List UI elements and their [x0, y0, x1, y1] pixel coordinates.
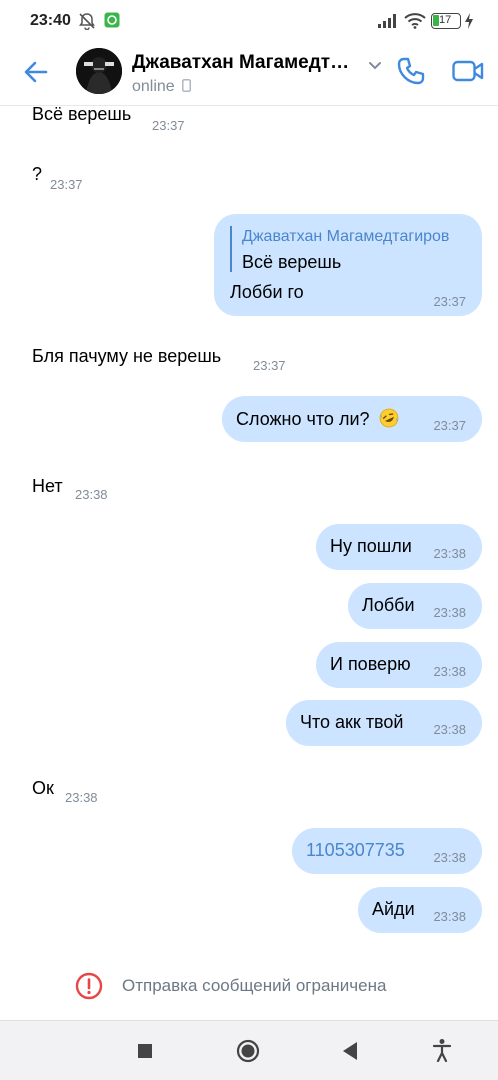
contact-name[interactable]: Джаватхан Магамедт…	[132, 52, 349, 74]
message-time: 23:38	[75, 487, 108, 502]
back-triangle-icon[interactable]	[341, 1041, 359, 1061]
battery-icon: 17	[431, 13, 461, 29]
message-text: Лобби го	[230, 282, 304, 302]
recents-square-icon[interactable]	[137, 1043, 153, 1059]
message-outgoing[interactable]: Сложно что ли? 23:37	[222, 396, 482, 442]
message-time: 23:38	[433, 909, 466, 924]
video-call-icon[interactable]	[452, 58, 484, 84]
message-incoming[interactable]: Нет	[32, 476, 63, 497]
message-time: 23:38	[433, 722, 466, 737]
online-status: online	[132, 78, 192, 96]
message-outgoing[interactable]: Что акк твой 23:38	[286, 700, 482, 746]
quote-bar	[230, 226, 232, 272]
mobile-device-icon	[182, 79, 192, 92]
chat-header: Джаватхан Магамедт… online	[0, 44, 498, 106]
status-bar: 23:40 17	[0, 0, 498, 44]
message-text-wrap: Сложно что ли?	[236, 408, 399, 430]
message-time: 23:37	[433, 294, 466, 309]
message-outgoing[interactable]: И поверю 23:38	[316, 642, 482, 688]
message-time: 23:38	[433, 605, 466, 620]
message-text: Ну пошли	[330, 536, 412, 556]
phone-icon[interactable]	[396, 56, 426, 86]
message-time: 23:37	[433, 418, 466, 433]
quoted-text: Всё верешь	[242, 252, 342, 272]
message-outgoing-reply[interactable]: Джаватхан Магамедтагиров Всё верешь Лобб…	[214, 214, 482, 316]
message-outgoing[interactable]: Лобби 23:38	[348, 583, 482, 629]
app-notification-icon	[104, 12, 120, 28]
message-incoming[interactable]: Всё верешь	[32, 104, 131, 125]
message-link[interactable]: 1105307735	[306, 840, 405, 861]
avatar[interactable]	[76, 48, 122, 94]
back-arrow-icon[interactable]	[22, 58, 50, 86]
messaging-restricted-banner: Отправка сообщений ограничена	[0, 966, 498, 1006]
message-time: 23:38	[433, 664, 466, 679]
message-outgoing[interactable]: Айди 23:38	[358, 887, 482, 933]
chevron-down-icon[interactable]	[368, 58, 382, 72]
message-text: Лобби	[362, 595, 415, 615]
restriction-text: Отправка сообщений ограничена	[122, 976, 387, 995]
online-status-text: online	[132, 78, 175, 95]
accessibility-icon[interactable]	[432, 1038, 452, 1062]
message-outgoing[interactable]: 1105307735 23:38	[292, 828, 482, 874]
message-time: 23:38	[433, 546, 466, 561]
message-incoming[interactable]: Ок	[32, 778, 54, 799]
charging-icon	[465, 13, 473, 29]
message-time: 23:37	[253, 358, 286, 373]
status-time: 23:40	[30, 12, 71, 29]
message-text: Что акк твой	[300, 712, 404, 732]
message-incoming[interactable]: Бля пачуму не верешь	[32, 346, 221, 367]
warning-circle-icon	[75, 972, 103, 1000]
message-text: Айди	[372, 899, 415, 919]
message-time: 23:37	[50, 177, 83, 192]
bell-off-icon	[79, 13, 95, 30]
quoted-author: Джаватхан Магамедтагиров	[242, 228, 450, 245]
home-circle-icon[interactable]	[236, 1039, 260, 1063]
message-incoming[interactable]: ?	[32, 164, 42, 185]
battery-level: 17	[439, 14, 452, 26]
message-outgoing[interactable]: Ну пошли 23:38	[316, 524, 482, 570]
message-text: И поверю	[330, 654, 411, 674]
wifi-icon	[404, 13, 426, 29]
message-text: Сложно что ли?	[236, 409, 370, 429]
system-nav-bar	[0, 1020, 498, 1080]
message-time: 23:38	[433, 850, 466, 865]
signal-icon	[378, 14, 396, 28]
message-time: 23:37	[152, 118, 185, 133]
message-time: 23:38	[65, 790, 98, 805]
rofl-emoji-icon	[379, 408, 398, 428]
